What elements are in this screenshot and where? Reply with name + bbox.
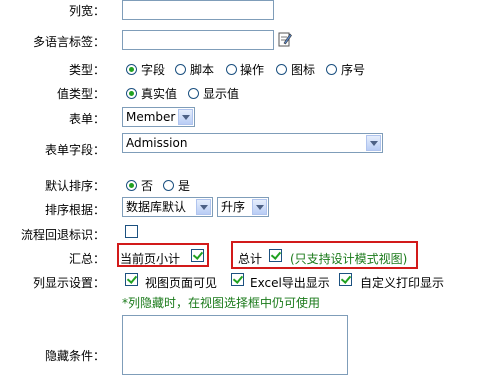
default-sort-label: 默认排序： bbox=[44, 179, 105, 193]
sort-by-select-value: 数据库默认 bbox=[126, 200, 187, 214]
value-type-radio-display[interactable] bbox=[188, 88, 199, 99]
default-sort-radio-yes[interactable] bbox=[163, 180, 174, 191]
sort-order-select[interactable]: 升序 bbox=[217, 197, 269, 217]
page-subtotal-label: 当前页小计 bbox=[120, 252, 181, 266]
custom-print-label: 自定义打印显示 bbox=[360, 276, 445, 290]
page-subtotal-checkbox[interactable] bbox=[191, 249, 204, 262]
form-select[interactable]: Member bbox=[122, 107, 195, 127]
type-radio-action[interactable] bbox=[226, 64, 237, 75]
chevron-down-icon bbox=[366, 135, 381, 151]
chevron-down-icon bbox=[196, 199, 211, 215]
sort-order-select-value: 升序 bbox=[221, 200, 246, 214]
flow-back-checkbox[interactable] bbox=[125, 225, 138, 238]
type-option-field: 字段 bbox=[141, 63, 166, 77]
value-type-option-display: 显示值 bbox=[203, 87, 240, 101]
edit-note-icon[interactable] bbox=[278, 31, 292, 47]
form-field-label: 表单字段： bbox=[44, 143, 105, 157]
form-label: 表单： bbox=[68, 112, 105, 126]
type-label: 类型： bbox=[68, 63, 105, 77]
form-field-select-value: Admission bbox=[126, 136, 188, 150]
multi-lang-input[interactable] bbox=[122, 30, 274, 50]
column-display-hint: *列隐藏时，在视图选择框中仍可使用 bbox=[122, 296, 321, 310]
form-select-value: Member bbox=[126, 110, 176, 124]
type-option-script: 脚本 bbox=[190, 63, 215, 77]
default-sort-radio-no[interactable] bbox=[126, 180, 137, 191]
value-type-radio-real[interactable] bbox=[126, 88, 137, 99]
chevron-down-icon bbox=[252, 199, 267, 215]
type-option-icon: 图标 bbox=[291, 63, 316, 77]
chevron-down-icon bbox=[178, 109, 193, 125]
hide-condition-textarea[interactable] bbox=[122, 315, 348, 375]
form-field-select[interactable]: Admission bbox=[122, 133, 383, 153]
total-note: (只支持设计模式视图) bbox=[290, 252, 408, 266]
custom-print-checkbox[interactable] bbox=[339, 273, 352, 286]
total-label: 总计 bbox=[238, 252, 263, 266]
type-option-serial: 序号 bbox=[341, 63, 366, 77]
type-option-action: 操作 bbox=[240, 63, 265, 77]
col-width-input[interactable] bbox=[122, 0, 274, 20]
multi-lang-label: 多语言标签： bbox=[32, 35, 105, 49]
type-radio-icon[interactable] bbox=[276, 64, 287, 75]
excel-export-label: Excel导出显示 bbox=[250, 276, 330, 290]
summary-label: 汇总： bbox=[68, 252, 105, 266]
type-radio-serial[interactable] bbox=[326, 64, 337, 75]
flow-back-label: 流程回退标识： bbox=[20, 228, 105, 242]
sort-by-label: 排序根据： bbox=[44, 203, 105, 217]
sort-by-select[interactable]: 数据库默认 bbox=[122, 197, 213, 217]
default-sort-option-yes: 是 bbox=[178, 179, 191, 193]
view-visible-label: 视图页面可见 bbox=[145, 276, 218, 290]
type-radio-script[interactable] bbox=[175, 64, 186, 75]
total-checkbox[interactable] bbox=[269, 249, 282, 262]
value-type-option-real: 真实值 bbox=[141, 87, 178, 101]
default-sort-option-no: 否 bbox=[141, 179, 154, 193]
excel-export-checkbox[interactable] bbox=[231, 273, 244, 286]
view-visible-checkbox[interactable] bbox=[125, 273, 138, 286]
col-width-label: 列宽： bbox=[68, 4, 105, 18]
type-radio-field[interactable] bbox=[126, 64, 137, 75]
hide-condition-label: 隐藏条件： bbox=[44, 349, 105, 363]
value-type-label: 值类型： bbox=[56, 87, 105, 101]
column-display-label: 列显示设置： bbox=[32, 276, 105, 290]
